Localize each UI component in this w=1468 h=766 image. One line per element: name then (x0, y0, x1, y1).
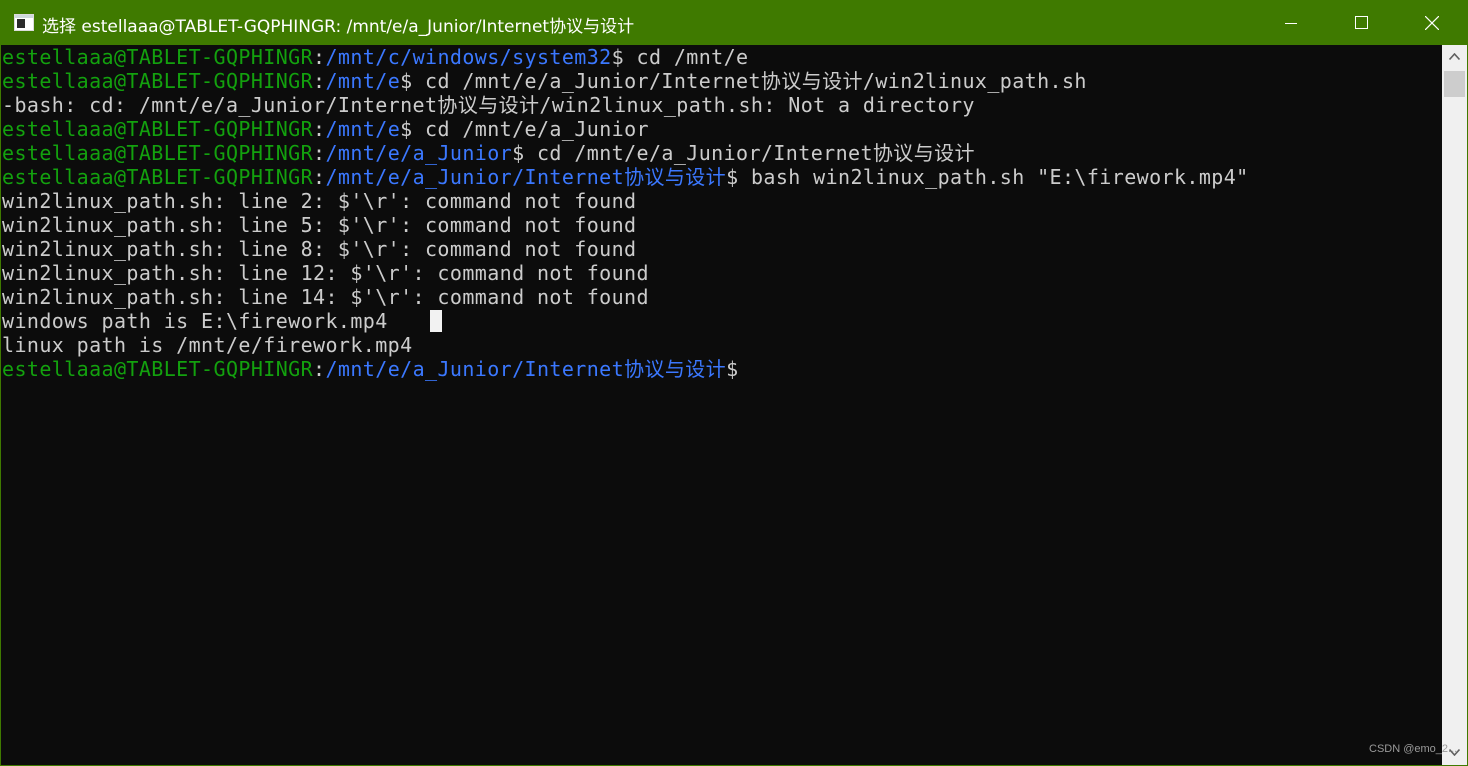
maximize-button[interactable] (1327, 1, 1397, 45)
terminal-line: windows path is E:\firework.mp4 (2, 309, 1442, 333)
terminal-line: estellaaa@TABLET-GQPHINGR:/mnt/c/windows… (2, 45, 749, 69)
terminal-line: linux path is /mnt/e/firework.mp4 (2, 333, 413, 357)
terminal-line: win2linux_path.sh: line 12: $'\r': comma… (2, 261, 649, 285)
maximize-icon (1355, 16, 1368, 29)
terminal-line: estellaaa@TABLET-GQPHINGR:/mnt/e$ cd /mn… (2, 117, 649, 141)
minimize-button[interactable] (1257, 1, 1327, 45)
terminal-line: win2linux_path.sh: line 8: $'\r': comman… (2, 237, 637, 261)
terminal-prompt-line[interactable]: estellaaa@TABLET-GQPHINGR:/mnt/e/a_Junio… (2, 357, 1442, 381)
close-icon (1425, 16, 1439, 30)
terminal-line: win2linux_path.sh: line 14: $'\r': comma… (2, 285, 649, 309)
text-cursor (429, 310, 442, 332)
title-bar[interactable]: 选择 estellaaa@TABLET-GQPHINGR: /mnt/e/a_J… (1, 1, 1467, 45)
terminal-line: estellaaa@TABLET-GQPHINGR:/mnt/e/a_Junio… (2, 165, 1249, 189)
vertical-scrollbar[interactable] (1442, 45, 1467, 765)
terminal-line: -bash: cd: /mnt/e/a_Junior/Internet协议与设计… (2, 93, 975, 117)
terminal-output[interactable]: estellaaa@TABLET-GQPHINGR:/mnt/c/windows… (2, 45, 1442, 765)
terminal-line: estellaaa@TABLET-GQPHINGR:/mnt/e$ cd /mn… (2, 69, 1087, 93)
minimize-icon (1285, 23, 1297, 24)
terminal-window: 选择 estellaaa@TABLET-GQPHINGR: /mnt/e/a_J… (0, 0, 1468, 766)
terminal-line: win2linux_path.sh: line 5: $'\r': comman… (2, 213, 637, 237)
terminal-line: win2linux_path.sh: line 2: $'\r': comman… (2, 189, 637, 213)
scroll-thumb[interactable] (1444, 71, 1465, 97)
window-title: 选择 estellaaa@TABLET-GQPHINGR: /mnt/e/a_J… (42, 17, 635, 37)
terminal-app-icon[interactable] (14, 14, 34, 31)
close-button[interactable] (1397, 1, 1467, 45)
chevron-up-icon (1449, 53, 1460, 60)
terminal-line: estellaaa@TABLET-GQPHINGR:/mnt/e/a_Junio… (2, 141, 975, 165)
scroll-up-button[interactable] (1442, 45, 1467, 69)
csdn-watermark: CSDN @emo_2... (1369, 743, 1458, 755)
